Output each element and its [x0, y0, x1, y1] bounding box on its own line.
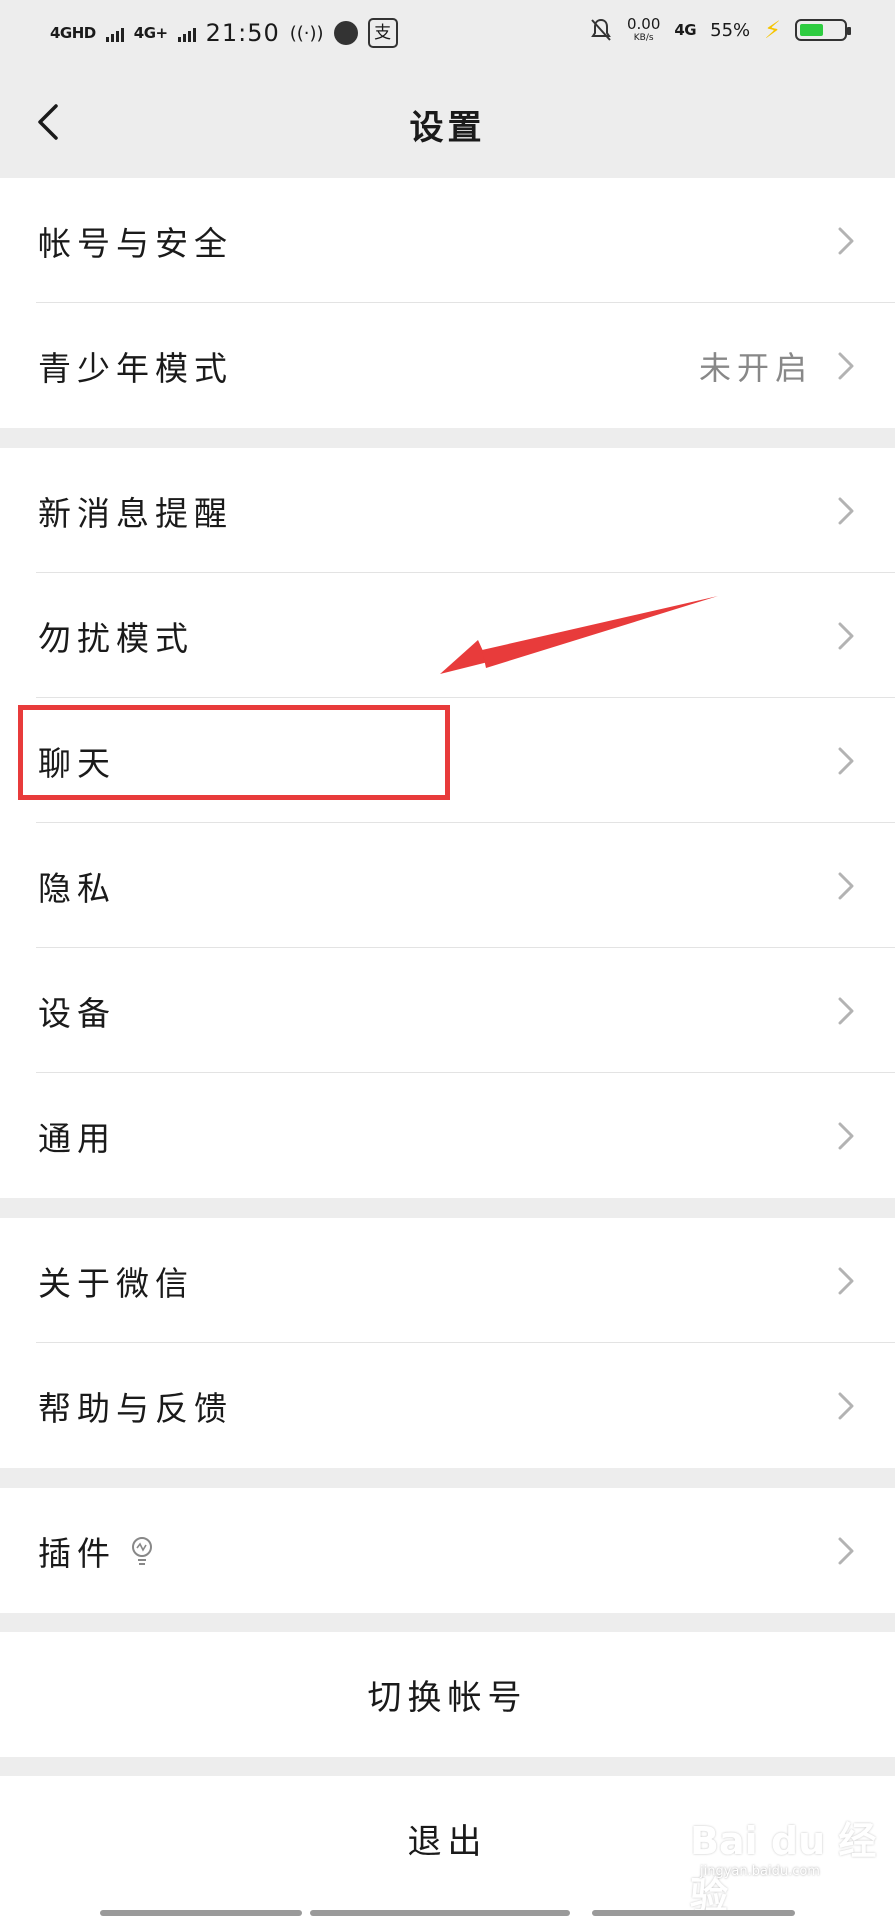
settings-item-account-security[interactable]: 帐号与安全	[0, 178, 895, 303]
chevron-right-icon	[838, 352, 854, 379]
lightbulb-icon	[132, 1536, 152, 1565]
settings-group-about: 关于微信 帮助与反馈	[0, 1218, 895, 1468]
network-type-2: 4G+	[133, 23, 168, 42]
network-type-3: 4G	[674, 20, 697, 39]
signal-bars-icon	[177, 26, 196, 42]
item-label: 青少年模式	[38, 348, 233, 388]
settings-item-teen-mode[interactable]: 青少年模式 未开启	[0, 303, 895, 428]
settings-item-devices[interactable]: 设备	[0, 948, 895, 1073]
settings-item-help-feedback[interactable]: 帮助与反馈	[0, 1343, 895, 1468]
item-label: 设备	[38, 993, 116, 1033]
battery-icon	[795, 19, 851, 41]
alipay-icon: 支	[367, 18, 398, 48]
baidu-watermark-url: jingyan.baidu.com	[700, 1864, 820, 1879]
item-label: 帮助与反馈	[38, 1388, 233, 1428]
chevron-right-icon	[838, 997, 854, 1024]
item-label: 通用	[38, 1118, 116, 1158]
chevron-right-icon	[838, 1537, 854, 1564]
chevron-right-icon	[838, 872, 854, 899]
item-label: 关于微信	[38, 1263, 194, 1303]
battery-percent: 55%	[710, 19, 751, 41]
settings-item-general[interactable]: 通用	[0, 1073, 895, 1198]
charging-bolt-icon: ⚡	[764, 16, 781, 44]
item-label: 帐号与安全	[38, 223, 233, 263]
settings-item-notifications[interactable]: 新消息提醒	[0, 448, 895, 573]
item-label: 新消息提醒	[38, 493, 233, 533]
settings-item-do-not-disturb[interactable]: 勿扰模式	[0, 573, 895, 698]
chevron-right-icon	[838, 1122, 854, 1149]
hotspot-icon: ((·))	[289, 22, 324, 44]
item-label: 插件	[38, 1533, 116, 1573]
nav-bar: 设置	[0, 68, 895, 176]
chevron-right-icon	[838, 1267, 854, 1294]
status-left: 4GHD 4G+ 21:50 ((·)) 支	[50, 18, 398, 48]
settings-item-about[interactable]: 关于微信	[0, 1218, 895, 1343]
network-speed: 0.00 KB/s	[626, 15, 661, 43]
switch-account-group: 切换帐号	[0, 1632, 895, 1757]
switch-account-button[interactable]: 切换帐号	[0, 1632, 895, 1757]
status-bar: 4GHD 4G+ 21:50 ((·)) 支 0.00 KB/s 4G 55% …	[0, 0, 895, 68]
app-dot-icon	[333, 21, 358, 45]
chevron-right-icon	[838, 747, 854, 774]
signal-bars-icon	[105, 26, 124, 42]
home-indicator	[100, 1910, 795, 1916]
settings-group-plugins: 插件	[0, 1488, 895, 1613]
chevron-right-icon	[838, 622, 854, 649]
item-label: 勿扰模式	[38, 618, 194, 658]
teen-mode-status: 未开启	[698, 348, 813, 387]
settings-item-plugins[interactable]: 插件	[0, 1488, 895, 1613]
highlight-box-chat	[18, 705, 450, 800]
page-title: 设置	[409, 108, 486, 148]
status-right: 0.00 KB/s 4G 55% ⚡	[589, 15, 851, 44]
network-type-1: 4GHD	[50, 23, 96, 42]
settings-group-general: 新消息提醒 勿扰模式 聊天 隐私 设备 通用	[0, 448, 895, 1198]
mute-bell-icon	[591, 18, 611, 41]
item-label: 隐私	[38, 868, 116, 908]
chevron-right-icon	[838, 1392, 854, 1419]
settings-item-privacy[interactable]: 隐私	[0, 823, 895, 948]
chevron-right-icon	[838, 227, 854, 254]
settings-group-account: 帐号与安全 青少年模式 未开启	[0, 178, 895, 428]
clock: 21:50	[205, 19, 280, 47]
chevron-right-icon	[838, 497, 854, 524]
